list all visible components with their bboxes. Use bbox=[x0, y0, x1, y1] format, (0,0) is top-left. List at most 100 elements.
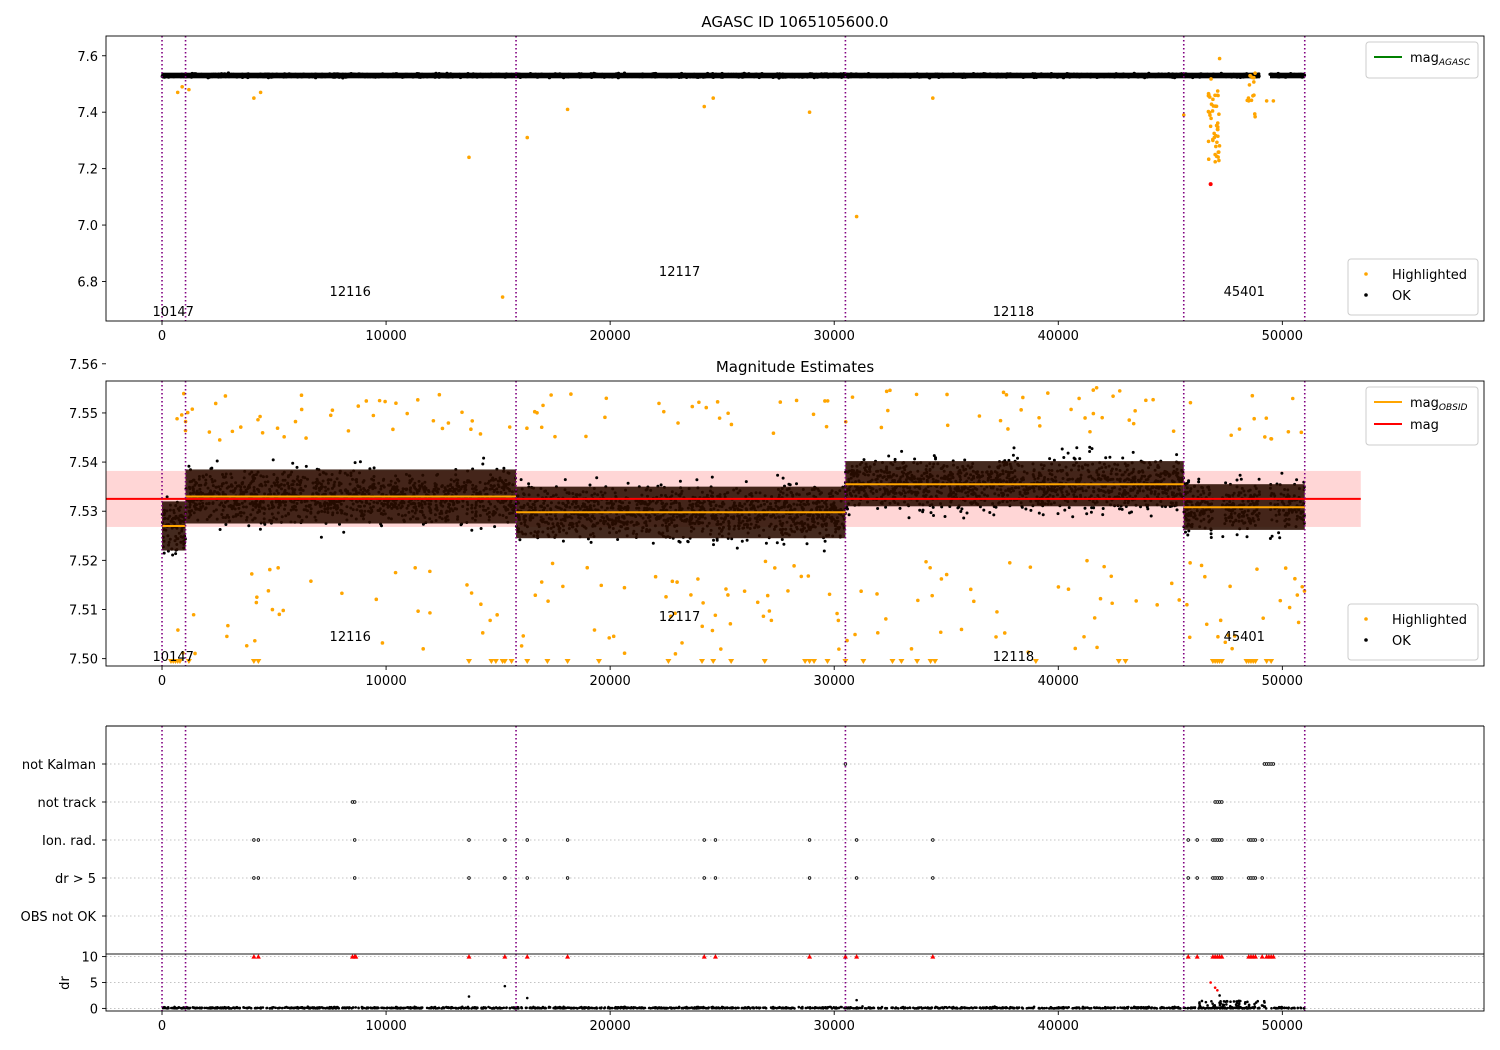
flag-event-marker bbox=[931, 838, 935, 842]
highlighted-point bbox=[875, 631, 880, 635]
highlighted-point bbox=[374, 597, 379, 602]
clipped-marker bbox=[761, 659, 768, 664]
highlighted-point bbox=[675, 580, 679, 584]
red-point bbox=[1208, 182, 1213, 187]
highlighted-point bbox=[1287, 605, 1292, 610]
highlighted-point bbox=[525, 135, 530, 140]
highlighted-point bbox=[755, 600, 760, 605]
flag-event-marker bbox=[1195, 876, 1199, 880]
highlighted-point bbox=[884, 389, 889, 394]
y-tick-label: 7.50 bbox=[69, 653, 98, 668]
legend-dot-swatch bbox=[1364, 272, 1368, 276]
highlighted-point bbox=[794, 398, 799, 403]
highlighted-point bbox=[1217, 112, 1221, 117]
highlighted-point bbox=[185, 410, 190, 415]
highlighted-point bbox=[223, 394, 228, 398]
flag-event-marker bbox=[467, 838, 471, 842]
highlighted-point bbox=[1046, 391, 1050, 395]
dr-point bbox=[1219, 1001, 1223, 1005]
highlighted-point bbox=[1091, 411, 1096, 416]
highlighted-point bbox=[1188, 400, 1193, 405]
highlighted-point bbox=[1211, 137, 1215, 142]
top-panel-title: AGASC ID 1065105600.0 bbox=[701, 13, 888, 31]
flag-event-marker bbox=[252, 838, 256, 842]
highlighted-point bbox=[1117, 389, 1122, 393]
clipped-marker bbox=[860, 659, 867, 664]
highlighted-point bbox=[726, 593, 730, 597]
highlighted-point bbox=[1300, 584, 1305, 589]
legend-dot-swatch bbox=[1364, 638, 1368, 642]
x-tick-label: 10000 bbox=[365, 1019, 406, 1034]
highlighted-point bbox=[799, 574, 804, 579]
dr-point bbox=[1245, 1006, 1248, 1009]
highlighted-point bbox=[270, 607, 275, 612]
highlighted-point bbox=[914, 392, 919, 397]
dr-points bbox=[161, 1005, 1306, 1010]
highlighted-point bbox=[584, 434, 588, 439]
highlighted-point bbox=[603, 415, 607, 420]
highlighted-point bbox=[1007, 560, 1012, 565]
highlighted-point bbox=[1283, 566, 1288, 570]
highlighted-point bbox=[771, 431, 776, 435]
highlighted-point bbox=[428, 569, 432, 574]
highlighted-point bbox=[1085, 558, 1089, 563]
y-tick-label: 7.55 bbox=[69, 407, 98, 422]
highlighted-point bbox=[1204, 622, 1209, 627]
highlighted-point bbox=[383, 399, 387, 404]
highlighted-point bbox=[886, 408, 890, 413]
ok-band-core bbox=[162, 72, 1260, 79]
highlighted-point bbox=[1213, 133, 1218, 138]
highlighted-point bbox=[807, 110, 812, 114]
highlighted-point bbox=[1100, 415, 1104, 420]
dr-point bbox=[1210, 999, 1213, 1003]
highlighted-point bbox=[1109, 574, 1114, 579]
highlighted-point bbox=[394, 401, 398, 405]
highlighted-point bbox=[931, 96, 935, 100]
highlighted-point bbox=[661, 409, 666, 414]
highlighted-point bbox=[1094, 385, 1099, 390]
highlighted-point bbox=[676, 421, 680, 425]
highlighted-point bbox=[1102, 564, 1106, 569]
highlighted-point bbox=[277, 612, 282, 617]
highlighted-point bbox=[1214, 144, 1218, 149]
highlighted-point bbox=[1127, 418, 1132, 422]
highlighted-point bbox=[1286, 430, 1291, 434]
highlighted-point bbox=[1217, 144, 1222, 148]
highlighted-point bbox=[1216, 155, 1220, 159]
flag-event-marker bbox=[807, 838, 812, 842]
highlighted-point bbox=[539, 580, 544, 584]
highlighted-point bbox=[924, 560, 928, 564]
dr-point bbox=[1225, 1000, 1229, 1003]
highlighted-point bbox=[1037, 424, 1042, 428]
highlighted-point bbox=[1264, 99, 1269, 103]
dr-point bbox=[1206, 1004, 1209, 1007]
highlighted-point bbox=[293, 419, 298, 424]
highlighted-point bbox=[1073, 646, 1078, 651]
top-axes-frame bbox=[105, 35, 1485, 322]
highlighted-point bbox=[1217, 158, 1221, 163]
highlighted-point bbox=[930, 593, 934, 598]
highlighted-point bbox=[377, 398, 382, 403]
highlighted-point bbox=[972, 599, 976, 604]
highlighted-point bbox=[835, 611, 839, 616]
highlighted-point bbox=[689, 593, 693, 597]
highlighted-point bbox=[226, 623, 230, 628]
highlighted-point bbox=[282, 435, 286, 439]
flag-event-marker bbox=[525, 876, 529, 880]
flag-row-label: Ion. rad. bbox=[42, 834, 96, 849]
highlighted-point bbox=[909, 647, 914, 651]
middle-panel-title: Magnitude Estimates bbox=[716, 358, 874, 376]
highlighted-point bbox=[1110, 601, 1114, 606]
flag-event-marker bbox=[1260, 838, 1264, 842]
highlighted-point bbox=[380, 641, 385, 645]
flag-event-marker bbox=[807, 876, 812, 880]
dr-point bbox=[1204, 1000, 1208, 1004]
highlighted-point bbox=[480, 631, 485, 635]
clipped-marker bbox=[665, 659, 672, 664]
y-tick-label: 7.4 bbox=[77, 106, 98, 121]
dr-point bbox=[1235, 1001, 1239, 1005]
flag-event-marker bbox=[854, 838, 859, 842]
highlighted-point bbox=[724, 587, 728, 591]
highlighted-point bbox=[421, 647, 426, 651]
flag-row-label: not track bbox=[37, 796, 96, 811]
